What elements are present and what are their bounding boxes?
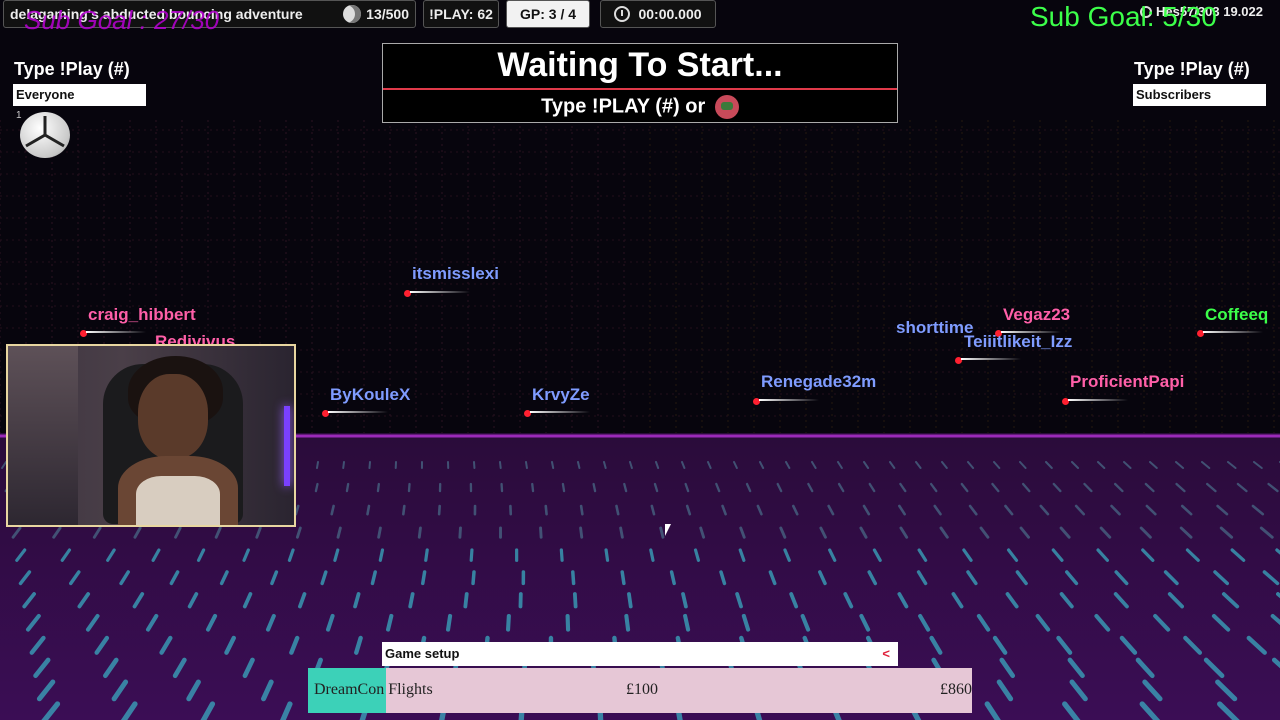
left-panel-heading: Type !Play (#) xyxy=(14,59,130,79)
clock-icon xyxy=(614,6,631,22)
marble-ball-icon xyxy=(20,112,70,158)
marble-trail xyxy=(530,411,590,413)
marble-trail xyxy=(1203,331,1263,333)
streamer-face xyxy=(138,374,208,459)
marble-trail xyxy=(759,399,819,401)
timer-badge: 00:00.000 xyxy=(600,0,716,28)
background-lamp xyxy=(8,346,78,525)
ticker-price-from: £100 xyxy=(626,681,658,698)
waiting-banner: Waiting To Start... Type !PLAY (#) or xyxy=(382,43,898,123)
play-count-badge: !PLAY: 62 xyxy=(423,0,499,28)
alien-emote-icon xyxy=(714,95,739,119)
left-panel-everyone: Everyone xyxy=(13,84,146,106)
timer-value: 00:00.000 xyxy=(638,6,702,22)
gp-badge: GP: 3 / 4 xyxy=(506,0,590,28)
flight-ticker: DreamCon Flights £100 £860 xyxy=(308,668,972,713)
webcam-feed xyxy=(6,344,296,527)
right-panel-subscribers: Subscribers xyxy=(1133,84,1266,106)
player-name: Teiiitlikeit_Izz xyxy=(964,332,1073,351)
mouse-cursor-icon xyxy=(665,524,677,536)
player-name: craig_hibbert xyxy=(88,305,196,324)
collapse-button[interactable]: < xyxy=(882,642,890,666)
ticker-name: DreamCon Flights xyxy=(314,681,433,698)
player-name: shorttime xyxy=(896,318,974,337)
ticker-price-to: £860 xyxy=(940,681,972,698)
player-name: Vegaz23 xyxy=(1003,305,1071,324)
player-name: ByKouleX xyxy=(330,385,411,404)
banner-subtitle-text: Type !PLAY (#) or xyxy=(541,95,706,118)
marble-trail xyxy=(328,411,388,413)
player-name: KrvyZe xyxy=(532,385,590,404)
marble-trail xyxy=(1068,399,1128,401)
right-panel-heading: Type !Play (#) xyxy=(1134,59,1250,79)
marble-trail xyxy=(410,291,470,293)
player-name: Renegade32m xyxy=(761,372,877,391)
player-name: ProficientPapi xyxy=(1070,372,1185,391)
player-name: itsmisslexi xyxy=(412,264,499,283)
moon-icon xyxy=(343,5,362,23)
marble-trail xyxy=(86,331,146,333)
banner-divider xyxy=(383,88,897,90)
sub-goal-right: Sub Goal: 5/30 xyxy=(1030,1,1217,32)
neon-light xyxy=(284,406,290,486)
sub-goal-left: Sub Goal : 27/30 xyxy=(24,5,220,35)
banner-subtitle: Type !PLAY (#) or xyxy=(383,95,897,119)
player-count: 13/500 xyxy=(366,6,409,22)
game-setup-label: Game setup xyxy=(385,646,460,661)
player-name: Coffeeq xyxy=(1205,305,1269,324)
marble-trail xyxy=(961,358,1021,360)
banner-title: Waiting To Start... xyxy=(497,46,783,84)
streamer-top xyxy=(136,476,220,525)
game-setup-bar[interactable]: Game setup < xyxy=(382,642,898,666)
